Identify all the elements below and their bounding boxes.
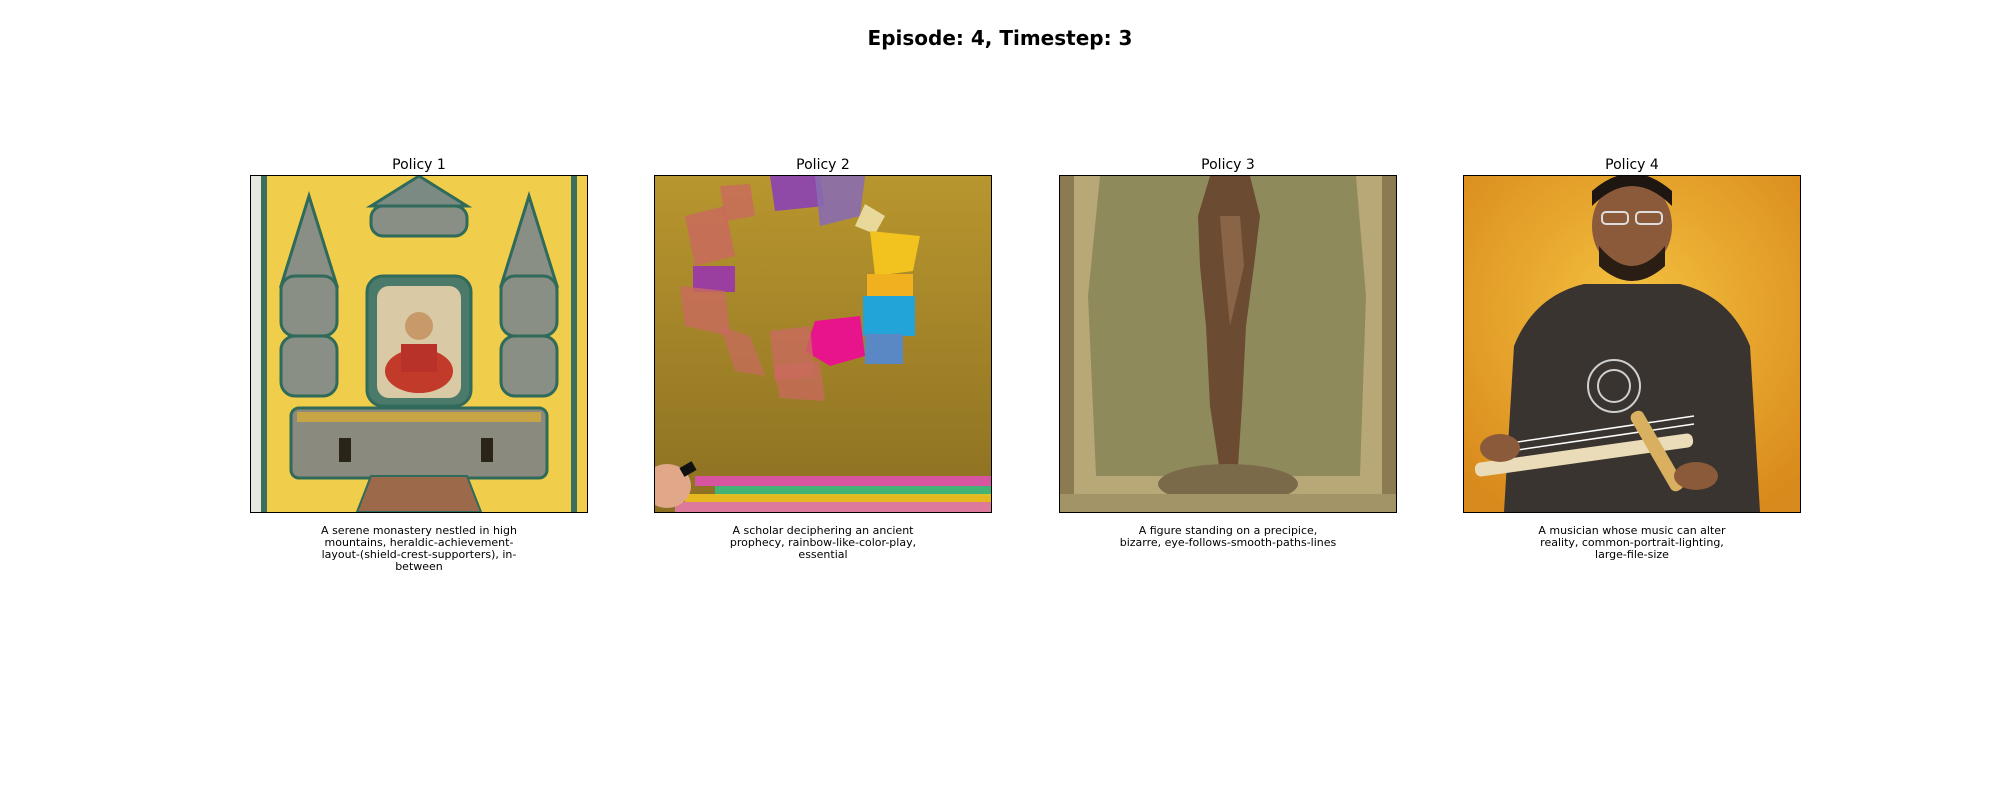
figure-title: Episode: 4, Timestep: 3: [867, 26, 1133, 50]
panel-title: Policy 1: [392, 157, 446, 173]
panel-title: Policy 4: [1605, 157, 1659, 173]
policy-panel-1: Policy 1 A serene monastery nestled in h…: [250, 155, 588, 573]
generated-image-figure: [1059, 175, 1397, 513]
panel-caption: A scholar deciphering an ancient prophec…: [729, 524, 917, 561]
policy-panel-2: Policy 2 A scholar deciphering an ancien…: [654, 155, 992, 561]
panel-caption: A musician whose music can alter reality…: [1538, 524, 1726, 561]
panel-title: Policy 3: [1201, 157, 1255, 173]
policy-panel-4: Policy 4 A musician whose music can alte…: [1463, 155, 1801, 561]
policy-panel-3: Policy 3 A figure standing on a precipic…: [1059, 155, 1397, 549]
panel-caption: A figure standing on a precipice, bizarr…: [1119, 524, 1337, 549]
generated-image-monastery: [250, 175, 588, 513]
generated-image-scholar: [654, 175, 992, 513]
panel-title: Policy 2: [796, 157, 850, 173]
panel-caption: A serene monastery nestled in high mount…: [321, 524, 517, 573]
generated-image-musician: [1463, 175, 1801, 513]
